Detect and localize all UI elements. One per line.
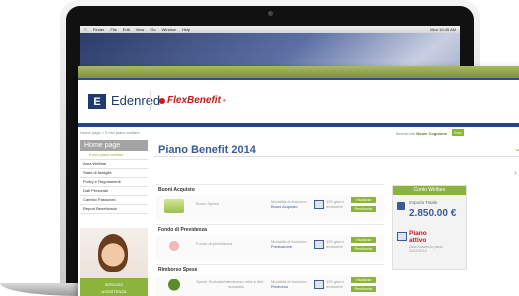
menu-window[interactable]: Window [162, 27, 176, 32]
user-name: Nome Cognome [416, 131, 447, 136]
chevron-right-icon[interactable]: › [514, 168, 517, 177]
days-remaining-label: rimanenti [326, 284, 343, 289]
calendar-icon [397, 232, 407, 241]
support-label-line2: ASSISTENZA [101, 289, 127, 294]
plan-expiry: Data Scadenza piano: 31/12/2014 [409, 245, 443, 253]
support-banner[interactable]: SERVIZIO ASSISTENZA [80, 228, 148, 296]
section-rimborso-spese: Rimborso Spese Spese Scolastiche rimbors… [156, 264, 384, 296]
total-amount-value: 2.850.00 € [409, 208, 457, 219]
conto-welfare-panel: Conto Welfare Importo Totale 2.850.00 € … [392, 185, 467, 270]
mac-menubar:  Finder File Edit View Go Window Help M… [80, 26, 460, 33]
menu-view[interactable]: View [136, 27, 145, 32]
total-amount-label: Importo Totale [409, 200, 438, 205]
edenred-logo-icon: E [88, 94, 106, 109]
sidebar: Home page Il mio piano welfare Area Welf… [80, 140, 148, 214]
calendar-icon [314, 240, 324, 249]
title-divider [154, 156, 519, 157]
calendar-icon [314, 280, 324, 289]
calendar-icon [314, 200, 324, 209]
menu-file[interactable]: File [110, 27, 116, 32]
menu-help[interactable]: Help [182, 27, 190, 32]
menu-edit[interactable]: Edit [123, 27, 130, 32]
sidebar-item-dati-personali[interactable]: Dati Personali [80, 187, 148, 196]
breadcrumb[interactable]: Home page > Il mio piano welfare [80, 130, 140, 135]
header-stripe [78, 66, 519, 78]
view-button[interactable]: Visualizza [351, 277, 376, 283]
plan-status-line2: attivo [409, 236, 427, 244]
benefit-name: Buoni Spesa [196, 201, 219, 206]
flexbenefit-mark-icon [159, 97, 165, 104]
report-button[interactable]: Rendiconta [351, 206, 376, 212]
shopping-thumbnail [164, 199, 184, 213]
fruition-value: Rimborso [271, 284, 289, 289]
support-label: SERVIZIO ASSISTENZA [80, 278, 148, 296]
view-button[interactable]: Visualizza [351, 197, 376, 203]
benefit-name: Spese Scolastiche [196, 279, 229, 284]
sidebar-item-area-welfare[interactable]: Area Welfare [80, 160, 148, 169]
nav-bar [78, 123, 519, 127]
chevron-down-icon[interactable]: ⌄ [514, 144, 519, 153]
fruition-value: Buoni Acquisto [271, 204, 298, 209]
fruition-value: Prestazione [271, 244, 293, 249]
section-title: Rimborso Spese [156, 265, 384, 275]
view-button[interactable]: Visualizza [351, 237, 376, 243]
apple-icon[interactable]:  [84, 27, 87, 32]
sidebar-item-policy[interactable]: Policy e Regolamenti [80, 178, 148, 187]
days-remaining-label: rimanenti [326, 244, 343, 249]
report-button[interactable]: Rendiconta [351, 246, 376, 252]
sidebar-item-cambio-password[interactable]: Cambio Password [80, 196, 148, 205]
conto-welfare-title: Conto Welfare [393, 186, 466, 195]
logout-button[interactable]: Esci [452, 129, 464, 136]
section-buoni-acquisto: Buoni Acquisto Buoni Spesa Modalità di f… [156, 184, 384, 221]
flexbenefit-logo-text: FlexBenefit [167, 95, 221, 106]
page-title: Piano Benefit 2014 [158, 144, 256, 156]
section-title: Buoni Acquisto [156, 185, 384, 195]
wallet-icon [397, 202, 405, 210]
section-fondo-previdenza: Fondo di Previdenza Fondo di previdenza … [156, 224, 384, 261]
benefit-name: Fondo di previdenza [196, 241, 233, 246]
support-agent-avatar [98, 234, 128, 272]
report-button[interactable]: Rendiconta [351, 286, 376, 292]
days-remaining-label: rimanenti [326, 204, 343, 209]
tree-icon [164, 279, 184, 293]
web-page: E Edenred FlexBenefit ® Home page > Il m… [78, 66, 519, 296]
benefit-description: rimborso rette e libri scolastici [228, 279, 264, 289]
piggy-bank-icon [164, 239, 184, 253]
edenred-logo-text: Edenred [111, 93, 161, 108]
flexbenefit-logo: FlexBenefit ® [159, 95, 226, 106]
welcome-prefix: Benvenuto [396, 131, 416, 136]
list-item: Buoni Spesa Modalità di fruizione Buoni … [156, 195, 384, 217]
list-item: Spese Scolastiche rimborso rette e libri… [156, 275, 384, 296]
welcome-text: Benvenuto Nome Cognome [396, 131, 447, 136]
menubar-clock: Mon 10:45 AM [430, 27, 456, 32]
list-item: Fondo di previdenza Modalità di fruizion… [156, 235, 384, 257]
camera-icon [268, 11, 273, 16]
sidebar-item-report[interactable]: Report Beneficiario [80, 205, 148, 214]
sidebar-item-stato-famiglia[interactable]: Stato di famiglia [80, 169, 148, 178]
sidebar-home[interactable]: Home page [80, 140, 148, 151]
section-title: Fondo di Previdenza [156, 225, 384, 235]
menu-go[interactable]: Go [150, 27, 155, 32]
menu-finder[interactable]: Finder [93, 27, 104, 32]
logo-divider [150, 91, 151, 111]
support-label-line1: SERVIZIO [104, 282, 124, 287]
plan-expiry-date: 31/12/2014 [409, 249, 427, 253]
plan-status: Piano attivo [409, 230, 427, 244]
registered-mark: ® [222, 98, 226, 103]
sidebar-item-piano-welfare[interactable]: Il mio piano welfare [80, 151, 148, 160]
